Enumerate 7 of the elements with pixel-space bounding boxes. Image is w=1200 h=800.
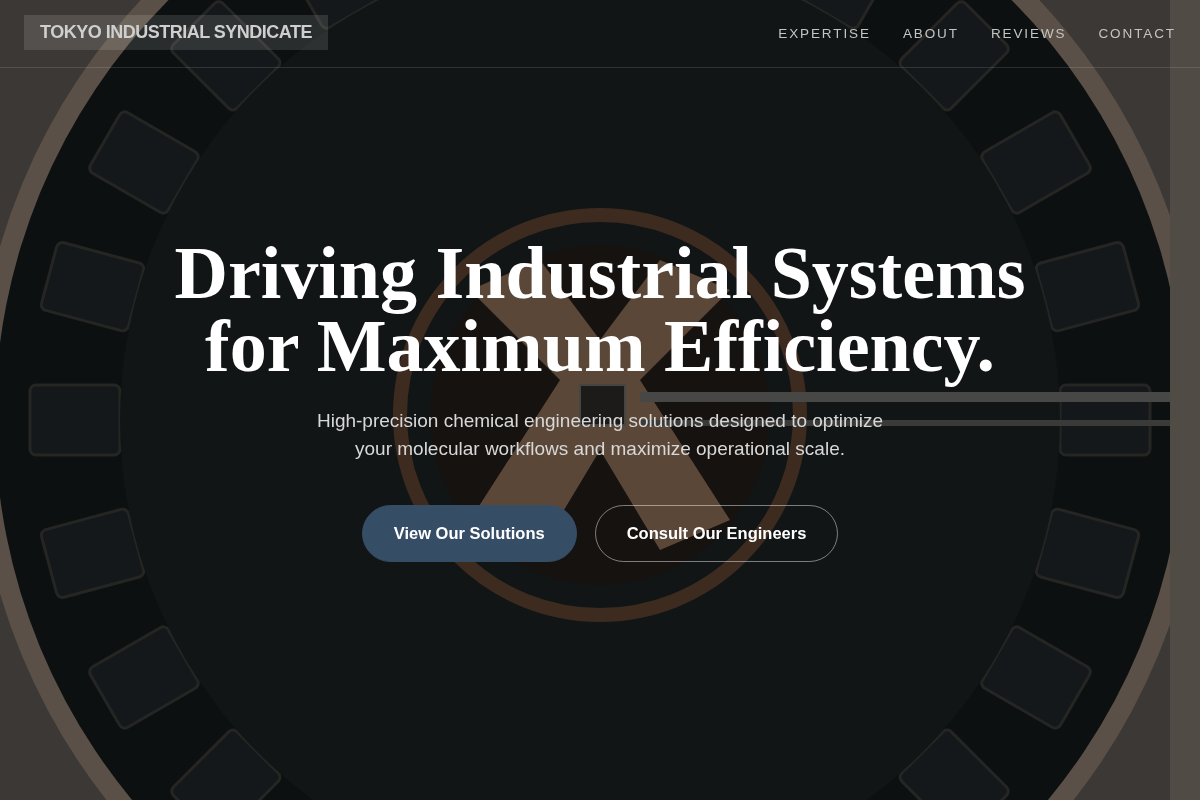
solutions-button[interactable]: View Our Solutions bbox=[361, 504, 577, 562]
nav-link[interactable]: REVIEWS bbox=[990, 26, 1067, 41]
nav-link[interactable]: EXPERTISE bbox=[778, 26, 871, 41]
hero-subtitle: High-precision chemical engineering solutions designed to optimize your molecular workflows and maximize operational scale. bbox=[315, 408, 885, 461]
site-logo[interactable]: TOKYO INDUSTRIAL SYNDICATE bbox=[24, 15, 329, 50]
nav-link[interactable]: ABOUT bbox=[902, 26, 959, 41]
nav-link[interactable]: CONTACT bbox=[1098, 26, 1176, 41]
